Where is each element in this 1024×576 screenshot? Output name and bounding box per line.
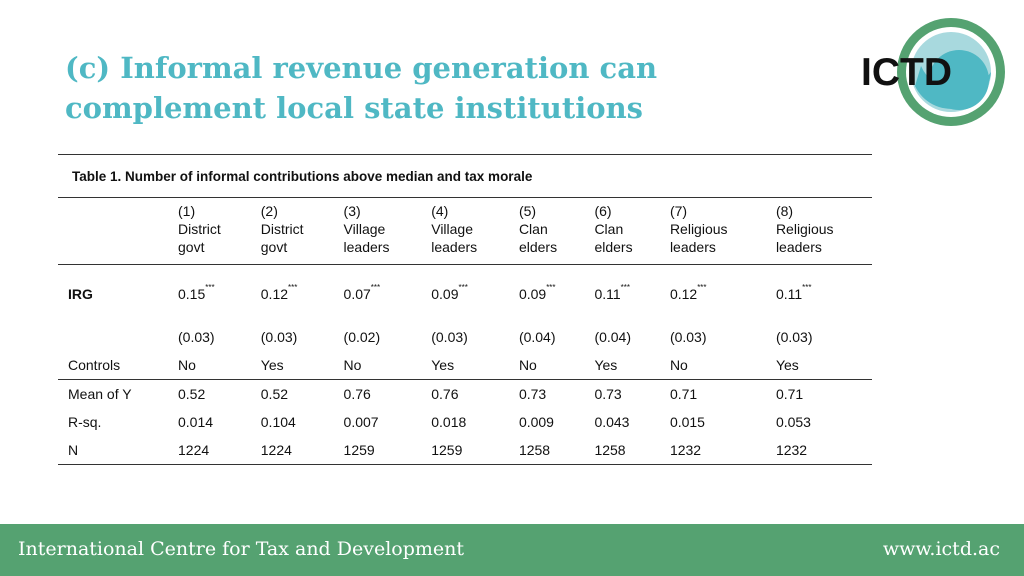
column-header: (2) District govt [250,197,334,265]
table-row-rsq: R-sq. 0.014 0.104 0.007 0.018 0.009 0.04… [58,408,872,436]
footer-url-link[interactable]: www.ictd.ac [883,538,1000,560]
column-header: (4) Village leaders [421,197,509,265]
column-header: (5) Clan elders [508,197,585,265]
table-cell: 0.043 [594,414,630,430]
table-cell: (0.04) [594,329,632,345]
table-row-irg: IRG 0.15*** 0.12*** 0.07*** 0.09*** 0.09… [58,265,872,318]
table-cell: Yes [250,351,334,380]
table-cell: No [333,351,422,380]
slide-title-line2: complement local state institutions [65,91,644,125]
table-cell: 1232 [659,436,766,465]
table-cell: 0.09*** [431,283,468,303]
table-caption: Table 1. Number of informal contribution… [58,154,872,198]
table-cell: (0.02) [343,329,381,345]
table-caption-row: Table 1. Number of informal contribution… [58,154,872,198]
table-cell: 0.52 [178,386,206,402]
table-cell: No [659,351,766,380]
table-cell: 0.015 [669,414,705,430]
footer-bar: International Centre for Tax and Develop… [0,524,1024,576]
table-cell: 0.014 [178,414,214,430]
table-cell: 1258 [508,436,585,465]
slide-title-line1: (c) Informal revenue generation can [65,51,658,85]
table-cell: No [508,351,585,380]
table-cell: Yes [765,351,872,380]
table-cell: 0.11*** [775,283,812,303]
table-cell: Yes [421,351,509,380]
table-cell: 0.15*** [178,283,215,303]
column-header: (1) District govt [168,197,251,265]
table-cell: 0.73 [594,386,622,402]
footer-org-name: International Centre for Tax and Develop… [18,538,465,560]
table-cell: (0.03) [669,329,707,345]
table-cell: 0.009 [518,414,554,430]
logo-text: ICTD [861,51,952,94]
row-label: R-sq. [68,414,102,430]
header-empty-cell [58,197,168,265]
slide-title: (c) Informal revenue generation can comp… [65,48,765,128]
column-header: (6) Clan elders [584,197,660,265]
row-label: Controls [58,351,168,380]
column-header: (8) Religious leaders [765,197,872,265]
table-cell: 0.007 [343,414,379,430]
table-cell: 0.73 [518,386,547,402]
table-row-se: (0.03) (0.03) (0.02) (0.03) (0.04) (0.04… [58,317,872,351]
table-cell: 1259 [421,436,509,465]
row-label: IRG [68,286,93,302]
table-cell: (0.03) [178,329,215,345]
column-header: (7) Religious leaders [659,197,766,265]
row-label: N [58,436,168,465]
table-cell: No [168,351,251,380]
table-cell: 1224 [250,436,334,465]
table-cell: (0.03) [431,329,468,345]
results-table: Table 1. Number of informal contribution… [58,154,872,465]
table-cell: 1224 [168,436,251,465]
table-cell: 1258 [584,436,660,465]
table-cell: 1259 [333,436,422,465]
table-row-n: N 1224 1224 1259 1259 1258 1258 1232 123… [58,436,872,465]
table-cell: 0.053 [775,414,811,430]
table-cell: (0.03) [260,329,298,345]
table-cell: 0.104 [260,414,296,430]
table-header-row: (1) District govt (2) District govt (3) Villa… [58,197,872,265]
table-cell: (0.04) [518,329,556,345]
table-cell: 0.76 [431,386,459,402]
table-row-controls: Controls No Yes No Yes No Yes No Yes [58,351,872,380]
table-cell: 0.52 [260,386,289,402]
table-cell: (0.03) [775,329,813,345]
table-cell: 1232 [765,436,872,465]
table-cell: 0.11*** [594,283,630,303]
table-cell: 0.07*** [343,283,381,303]
row-label: Mean of Y [68,386,132,402]
table-cell: Yes [584,351,660,380]
table-row-mean-y: Mean of Y 0.52 0.52 0.76 0.76 0.73 0.73 … [58,380,872,409]
table-cell: 0.76 [343,386,371,402]
table-cell: 0.12*** [669,283,707,303]
results-table-wrapper: Table 1. Number of informal contribution… [58,154,872,465]
table-cell: 0.12*** [260,283,298,303]
row-label-empty [58,317,168,351]
ictd-logo: ICTD [855,16,1015,128]
column-header: (3) Village leaders [333,197,422,265]
ictd-logo-icon: ICTD [861,18,1005,126]
table-cell: 0.71 [775,386,804,402]
table-cell: 0.09*** [518,283,556,303]
table-cell: 0.018 [431,414,467,430]
table-cell: 0.71 [669,386,698,402]
